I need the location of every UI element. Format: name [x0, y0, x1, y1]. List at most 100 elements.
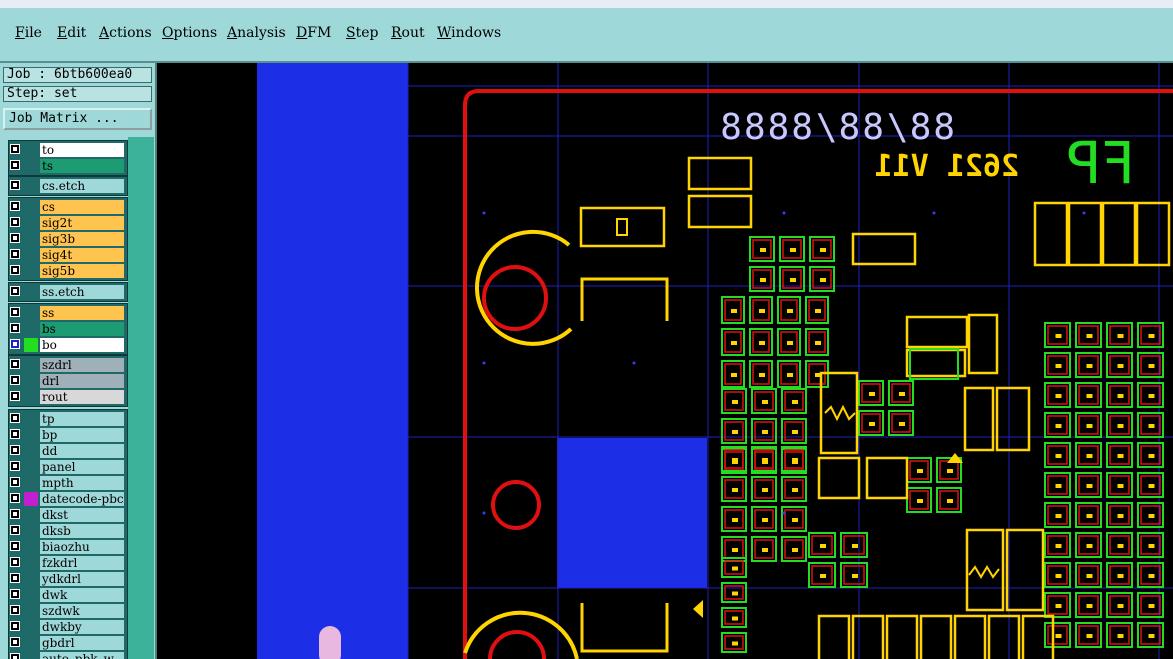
layer-checkbox[interactable] — [10, 144, 20, 154]
layer-checkbox[interactable] — [10, 307, 20, 317]
layer-name[interactable]: dd — [40, 444, 124, 458]
layer-row-szdrl[interactable]: szdrl — [4, 357, 128, 373]
layer-checkbox[interactable] — [10, 541, 20, 551]
layer-row-rout[interactable]: rout — [4, 389, 128, 405]
layer-row-mpth[interactable]: mpth — [4, 475, 128, 491]
layer-checkbox[interactable] — [10, 160, 20, 170]
layer-name[interactable]: fzkdrl — [40, 556, 124, 570]
layer-name[interactable]: szdwk — [40, 604, 124, 618]
layer-row-cs[interactable]: cs — [4, 199, 128, 215]
layer-name[interactable]: auto_pbk_w — [40, 652, 124, 659]
graphic-canvas[interactable]: 88/88/88882621 V11 FP — [157, 63, 1173, 659]
layer-name[interactable]: bo — [40, 338, 124, 352]
layer-name[interactable]: cs — [40, 200, 124, 214]
layer-row-bp[interactable]: bp — [4, 427, 128, 443]
layer-checkbox[interactable] — [10, 493, 20, 503]
layer-row-ts[interactable]: ts — [4, 158, 128, 174]
layer-checkbox[interactable] — [10, 653, 20, 659]
layer-checkbox[interactable] — [10, 217, 20, 227]
job-matrix-button[interactable]: Job Matrix ... — [3, 108, 152, 130]
layer-name[interactable]: panel — [40, 460, 124, 474]
layer-row-sig4t[interactable]: sig4t — [4, 247, 128, 263]
layer-name[interactable]: sig3b — [40, 232, 124, 246]
layer-name[interactable]: cs.etch — [40, 179, 124, 193]
layer-name[interactable]: sig4t — [40, 248, 124, 262]
layer-name[interactable]: dkst — [40, 508, 124, 522]
layer-checkbox[interactable] — [10, 286, 20, 296]
layer-name[interactable]: ss.etch — [40, 285, 124, 299]
layer-row-drl[interactable]: drl — [4, 373, 128, 389]
layer-name[interactable]: ts — [40, 159, 124, 173]
layer-row-bs[interactable]: bs — [4, 321, 128, 337]
menu-analysis[interactable]: Analysis — [227, 25, 286, 41]
layer-name[interactable]: gbdrl — [40, 636, 124, 650]
layer-checkbox[interactable] — [10, 391, 20, 401]
layer-checkbox[interactable] — [10, 323, 20, 333]
layer-checkbox[interactable] — [10, 180, 20, 190]
layer-name[interactable]: rout — [40, 390, 124, 404]
layer-row-sig2t[interactable]: sig2t — [4, 215, 128, 231]
layer-name[interactable]: sig2t — [40, 216, 124, 230]
layer-row-datecode-pbcs[interactable]: datecode-pbcs — [4, 491, 128, 507]
layer-row-dwkby[interactable]: dwkby — [4, 619, 128, 635]
menu-windows[interactable]: Windows — [437, 25, 501, 41]
layer-name[interactable]: szdrl — [40, 358, 124, 372]
layer-checkbox[interactable] — [10, 525, 20, 535]
menu-step[interactable]: Step — [346, 25, 378, 41]
layer-name[interactable]: dwkby — [40, 620, 124, 634]
layer-row-cs.etch[interactable]: cs.etch — [4, 178, 128, 194]
layer-name[interactable]: ydkdrl — [40, 572, 124, 586]
layer-row-sig5b[interactable]: sig5b — [4, 263, 128, 279]
layer-row-gbdrl[interactable]: gbdrl — [4, 635, 128, 651]
layer-checkbox[interactable] — [10, 461, 20, 471]
layer-checkbox[interactable] — [10, 637, 20, 647]
layer-name[interactable]: tp — [40, 412, 124, 426]
layer-name[interactable]: bp — [40, 428, 124, 442]
layer-row-dkst[interactable]: dkst — [4, 507, 128, 523]
layer-checkbox[interactable] — [10, 249, 20, 259]
menu-edit[interactable]: Edit — [57, 25, 86, 41]
layer-checkbox[interactable] — [10, 429, 20, 439]
layer-name[interactable]: biaozhu — [40, 540, 124, 554]
layer-checkbox[interactable] — [10, 413, 20, 423]
layer-name[interactable]: ss — [40, 306, 124, 320]
layer-checkbox[interactable] — [10, 477, 20, 487]
layer-checkbox[interactable] — [10, 375, 20, 385]
layer-scroll-rail[interactable] — [128, 137, 154, 659]
layer-row-to[interactable]: to — [4, 142, 128, 158]
layer-checkbox[interactable] — [10, 557, 20, 567]
layer-row-tp[interactable]: tp — [4, 411, 128, 427]
layer-row-szdwk[interactable]: szdwk — [4, 603, 128, 619]
layer-row-panel[interactable]: panel — [4, 459, 128, 475]
layer-checkbox[interactable] — [10, 605, 20, 615]
layer-name[interactable]: to — [40, 143, 124, 157]
layer-row-auto_pbk_w[interactable]: auto_pbk_w — [4, 651, 128, 659]
layer-row-sig3b[interactable]: sig3b — [4, 231, 128, 247]
layer-name[interactable]: sig5b — [40, 264, 124, 278]
layer-name[interactable]: dksb — [40, 524, 124, 538]
layer-name[interactable]: datecode-pbcs — [40, 492, 124, 506]
layer-checkbox[interactable] — [10, 359, 20, 369]
layer-row-fzkdrl[interactable]: fzkdrl — [4, 555, 128, 571]
layer-name[interactable]: bs — [40, 322, 124, 336]
layer-checkbox[interactable] — [10, 573, 20, 583]
layer-row-ydkdrl[interactable]: ydkdrl — [4, 571, 128, 587]
layer-name[interactable]: drl — [40, 374, 124, 388]
layer-row-ss.etch[interactable]: ss.etch — [4, 284, 128, 300]
menu-actions[interactable]: Actions — [99, 25, 152, 41]
layer-row-dksb[interactable]: dksb — [4, 523, 128, 539]
menu-options[interactable]: Options — [162, 25, 217, 41]
layer-checkbox[interactable] — [10, 589, 20, 599]
menu-file[interactable]: File — [15, 25, 42, 41]
layer-row-ss[interactable]: ss — [4, 305, 128, 321]
layer-name[interactable]: mpth — [40, 476, 124, 490]
layer-checkbox[interactable] — [10, 265, 20, 275]
layer-row-dwk[interactable]: dwk — [4, 587, 128, 603]
layer-checkbox[interactable] — [10, 201, 20, 211]
layer-checkbox[interactable] — [10, 621, 20, 631]
layer-checkbox[interactable] — [10, 445, 20, 455]
layer-name[interactable]: dwk — [40, 588, 124, 602]
layer-row-dd[interactable]: dd — [4, 443, 128, 459]
layer-row-bo[interactable]: bo — [4, 337, 128, 353]
layer-checkbox[interactable] — [10, 339, 20, 349]
